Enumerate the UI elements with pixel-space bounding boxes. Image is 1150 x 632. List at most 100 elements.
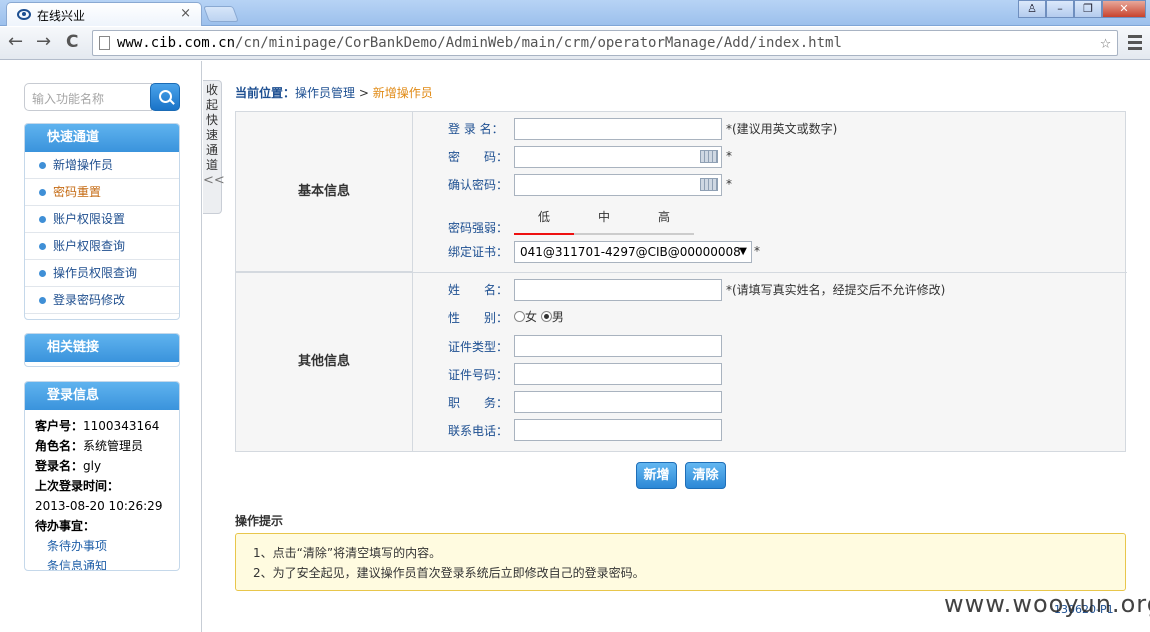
todo-link[interactable]: 条待办事项 [35, 536, 169, 556]
login-name-hint: *(建议用英文或数字) [726, 122, 838, 136]
position-input[interactable] [514, 391, 722, 413]
maximize-button[interactable]: ❐ [1074, 0, 1102, 18]
minimize-button[interactable]: – [1046, 0, 1074, 18]
breadcrumb: 当前位置：操作员管理 > 新增操作员 [235, 84, 433, 101]
browser-titlebar: 在线兴业 × ♙ – ❐ ✕ [0, 0, 1150, 26]
related-links-title[interactable]: 相关链接 [25, 334, 179, 362]
password-strength-meter: 低 中 高 [514, 208, 694, 235]
confirm-password-label: 确认密码： [448, 178, 509, 192]
tips-title: 操作提示 [235, 514, 284, 528]
gender-male-label: 男 [551, 310, 564, 324]
gender-label: 性 别： [448, 311, 509, 325]
collapse-quick-access-toggle[interactable]: 收起快速通道 << [203, 80, 225, 214]
chevron-down-icon: ▼ [739, 246, 747, 257]
quick-access-title: 快速通道 [25, 124, 179, 152]
user-icon[interactable]: ♙ [1018, 0, 1046, 18]
quick-item-account-permission-query[interactable]: 账户权限查询 [25, 233, 179, 260]
last-login-value: 2013-08-20 10:26:29 [35, 499, 163, 513]
login-name-label: 登 录 名： [448, 122, 504, 136]
strength-bar [514, 233, 694, 235]
password-required-mark: * [726, 149, 732, 163]
confirm-password-input[interactable] [514, 174, 722, 196]
strength-high: 高 [657, 210, 670, 224]
login-info-body: 客户号：1100343164 角色名：系统管理员 登录名：gly 上次登录时间：… [25, 410, 179, 570]
address-bar[interactable]: www.cib.com.cn/cn/minipage/CorBankDemo/A… [92, 30, 1118, 56]
search-button[interactable] [150, 83, 180, 111]
password-input[interactable] [514, 146, 722, 168]
related-links-panel: 相关链接 [24, 333, 180, 367]
back-button[interactable]: ← [8, 33, 23, 51]
gender-male-radio[interactable] [540, 311, 552, 322]
certificate-required-mark: * [754, 244, 760, 258]
breadcrumb-current: 新增操作员 [372, 86, 433, 100]
soft-keyboard-icon[interactable] [700, 150, 718, 163]
certificate-value: 041@311701-4297@CIB@00000008 [520, 245, 741, 259]
name-hint: *(请填写真实姓名，经提交后不允许修改) [726, 283, 946, 297]
id-number-label: 证件号码： [448, 368, 509, 382]
gender-options: 女 男 [514, 308, 564, 325]
login-name-value: gly [83, 459, 102, 473]
cib-logo-icon [17, 9, 31, 20]
quick-item-password-reset[interactable]: 密码重置 [25, 179, 179, 206]
close-window-button[interactable]: ✕ [1102, 0, 1146, 18]
certificate-select[interactable]: 041@311701-4297@CIB@00000008 ▼ [514, 241, 752, 263]
quick-access-panel: 快速通道 新增操作员 密码重置 账户权限设置 账户权限查询 操作员权限查询 登录… [24, 123, 180, 320]
tab-close-icon[interactable]: × [180, 6, 191, 21]
browser-tab[interactable]: 在线兴业 × [6, 2, 202, 26]
confirm-required-mark: * [726, 177, 732, 191]
strength-low: 低 [538, 210, 551, 224]
tab-title: 在线兴业 [37, 9, 86, 23]
function-search-input[interactable]: 输入功能名称 [24, 83, 152, 111]
add-button[interactable]: 新增 [636, 462, 677, 489]
tip-line: 1、点击“清除”将清空填写的内容。 [253, 546, 442, 560]
strength-medium: 中 [597, 210, 610, 224]
phone-label: 联系电话： [448, 424, 509, 438]
id-number-input[interactable] [514, 363, 722, 385]
strength-label: 密码强弱： [448, 221, 509, 235]
position-label: 职 务： [448, 396, 509, 410]
password-label: 密 码： [448, 150, 509, 164]
page-icon [99, 36, 110, 50]
name-input[interactable] [514, 279, 722, 301]
gender-female-radio[interactable] [514, 311, 525, 322]
forward-button[interactable]: → [36, 33, 51, 51]
window-controls: ♙ – ❐ ✕ [1018, 0, 1146, 18]
section-divider [236, 272, 1127, 273]
todo-label: 待办事宜： [35, 519, 96, 533]
customer-value: 1100343164 [83, 419, 160, 433]
name-label: 姓 名： [448, 283, 509, 297]
quick-item-add-operator[interactable]: 新增操作员 [25, 152, 179, 179]
login-name-input[interactable] [514, 118, 722, 140]
breadcrumb-operator-manage[interactable]: 操作员管理 [295, 86, 355, 100]
browser-toolbar: ← → C www.cib.com.cn/cn/minipage/CorBank… [0, 27, 1150, 60]
tip-line: 2、为了安全起见，建议操作员首次登录系统后立即修改自己的登录密码。 [253, 566, 645, 580]
login-name-label: 登录名： [35, 459, 84, 473]
quick-item-account-permission-set[interactable]: 账户权限设置 [25, 206, 179, 233]
quick-item-operator-permission-query[interactable]: 操作员权限查询 [25, 260, 179, 287]
sidebar: 输入功能名称 快速通道 新增操作员 密码重置 账户权限设置 账户权限查询 操作员… [0, 61, 202, 632]
bookmark-star-icon[interactable]: ☆ [1100, 31, 1111, 55]
clear-button[interactable]: 清除 [685, 462, 726, 489]
tips-box: 1、点击“清除”将清空填写的内容。 2、为了安全起见，建议操作员首次登录系统后立… [235, 533, 1126, 591]
soft-keyboard-icon[interactable] [700, 178, 718, 191]
customer-label: 客户号： [35, 419, 84, 433]
collapse-label: 收起快速通道 [205, 83, 218, 172]
add-operator-form: 基本信息 其他信息 登 录 名： *(建议用英文或数字) 密 码： * 确认密码… [235, 111, 1127, 452]
url-path: /cn/minipage/CorBankDemo/AdminWeb/main/c… [235, 35, 842, 51]
new-tab-button[interactable] [203, 6, 239, 22]
id-type-input[interactable] [514, 335, 722, 357]
breadcrumb-label: 当前位置： [235, 86, 296, 100]
reload-button[interactable]: C [66, 33, 78, 51]
url-host: www.cib.com.cn [117, 35, 236, 51]
browser-menu-icon[interactable] [1128, 35, 1142, 53]
basic-info-heading: 基本信息 [236, 112, 413, 272]
breadcrumb-separator: > [355, 86, 373, 100]
certificate-label: 绑定证书： [448, 245, 509, 259]
collapse-arrow-icon: << [203, 173, 225, 188]
phone-input[interactable] [514, 419, 722, 441]
login-info-title: 登录信息 [25, 382, 179, 410]
quick-item-login-password-change[interactable]: 登录密码修改 [25, 287, 179, 314]
role-label: 角色名： [35, 439, 84, 453]
id-type-label: 证件类型： [448, 340, 509, 354]
notice-link[interactable]: 条信息通知 [35, 556, 169, 570]
